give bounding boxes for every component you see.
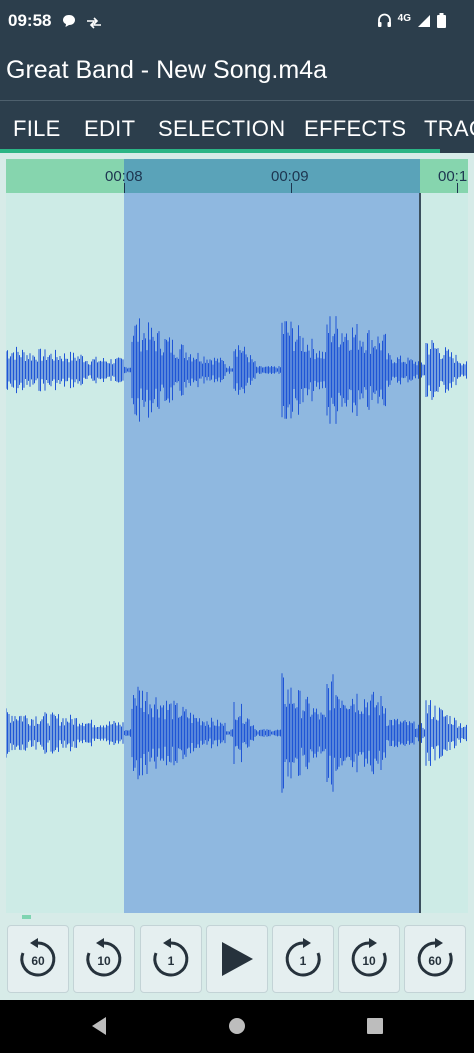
audio-track[interactable] (6, 193, 468, 913)
rewind-10-label: 10 (97, 954, 111, 968)
rewind-10-button[interactable]: 10 (73, 925, 135, 993)
waveform-channel (6, 673, 467, 793)
network-label: 4G (397, 12, 411, 24)
waveform (6, 316, 467, 793)
back-icon[interactable] (90, 1016, 108, 1041)
menu-item-tracks[interactable]: TRAC (424, 116, 474, 142)
forward-icon: 60 (417, 938, 453, 977)
home-icon[interactable] (228, 1016, 246, 1041)
forward-1-label: 1 (300, 954, 307, 968)
rewind-60-button[interactable]: 60 (7, 925, 69, 993)
rewind-1-label: 1 (168, 954, 175, 968)
tick-label: 00:1 (438, 168, 468, 185)
rewind-icon: 1 (153, 938, 189, 977)
menu-item-selection[interactable]: SELECTION (158, 116, 285, 142)
signal-icon (417, 14, 431, 33)
rewind-60-label: 60 (31, 954, 45, 968)
forward-60-label: 60 (428, 954, 442, 968)
timeline-ruler[interactable]: 00:08 00:09 00:1 (6, 159, 468, 193)
menu-item-file[interactable]: FILE (13, 116, 61, 142)
forward-icon: 10 (351, 938, 387, 977)
audio-editor: 00:08 00:09 00:1 60 10 1 1 10 60 (0, 153, 474, 1000)
transport-controls: 60 10 1 1 10 60 (0, 923, 474, 1000)
tick-label: 00:09 (271, 168, 309, 185)
menu-bar: FILE EDIT SELECTION EFFECTS TRAC (0, 101, 474, 149)
play-button[interactable] (206, 925, 268, 993)
tick-mark (124, 183, 125, 193)
tick-mark (291, 183, 292, 193)
headphones-icon (377, 13, 392, 33)
waveform-channel (6, 316, 467, 424)
menu-item-edit[interactable]: EDIT (84, 116, 135, 142)
horizontal-scroll-thumb[interactable] (22, 915, 31, 919)
rewind-1-button[interactable]: 1 (140, 925, 202, 993)
rewind-icon: 60 (20, 938, 56, 977)
play-icon (222, 942, 253, 976)
tick-mark (457, 183, 458, 193)
recents-icon[interactable] (366, 1016, 384, 1041)
forward-10-label: 10 (362, 954, 376, 968)
playhead-cursor[interactable] (419, 193, 421, 913)
system-nav-bar (0, 1000, 474, 1053)
battery-icon (437, 13, 446, 33)
status-bar: 09:58 4G (0, 0, 474, 46)
menu-item-effects[interactable]: EFFECTS (304, 116, 406, 142)
app-title: Great Band - New Song.m4a (6, 56, 327, 84)
status-time: 09:58 (8, 11, 52, 30)
forward-icon: 1 (285, 938, 321, 977)
chat-bubble-icon (62, 14, 76, 33)
data-transfer-icon (86, 16, 102, 34)
forward-1-button[interactable]: 1 (272, 925, 334, 993)
rewind-icon: 10 (86, 938, 122, 977)
forward-10-button[interactable]: 10 (338, 925, 400, 993)
forward-60-button[interactable]: 60 (404, 925, 466, 993)
